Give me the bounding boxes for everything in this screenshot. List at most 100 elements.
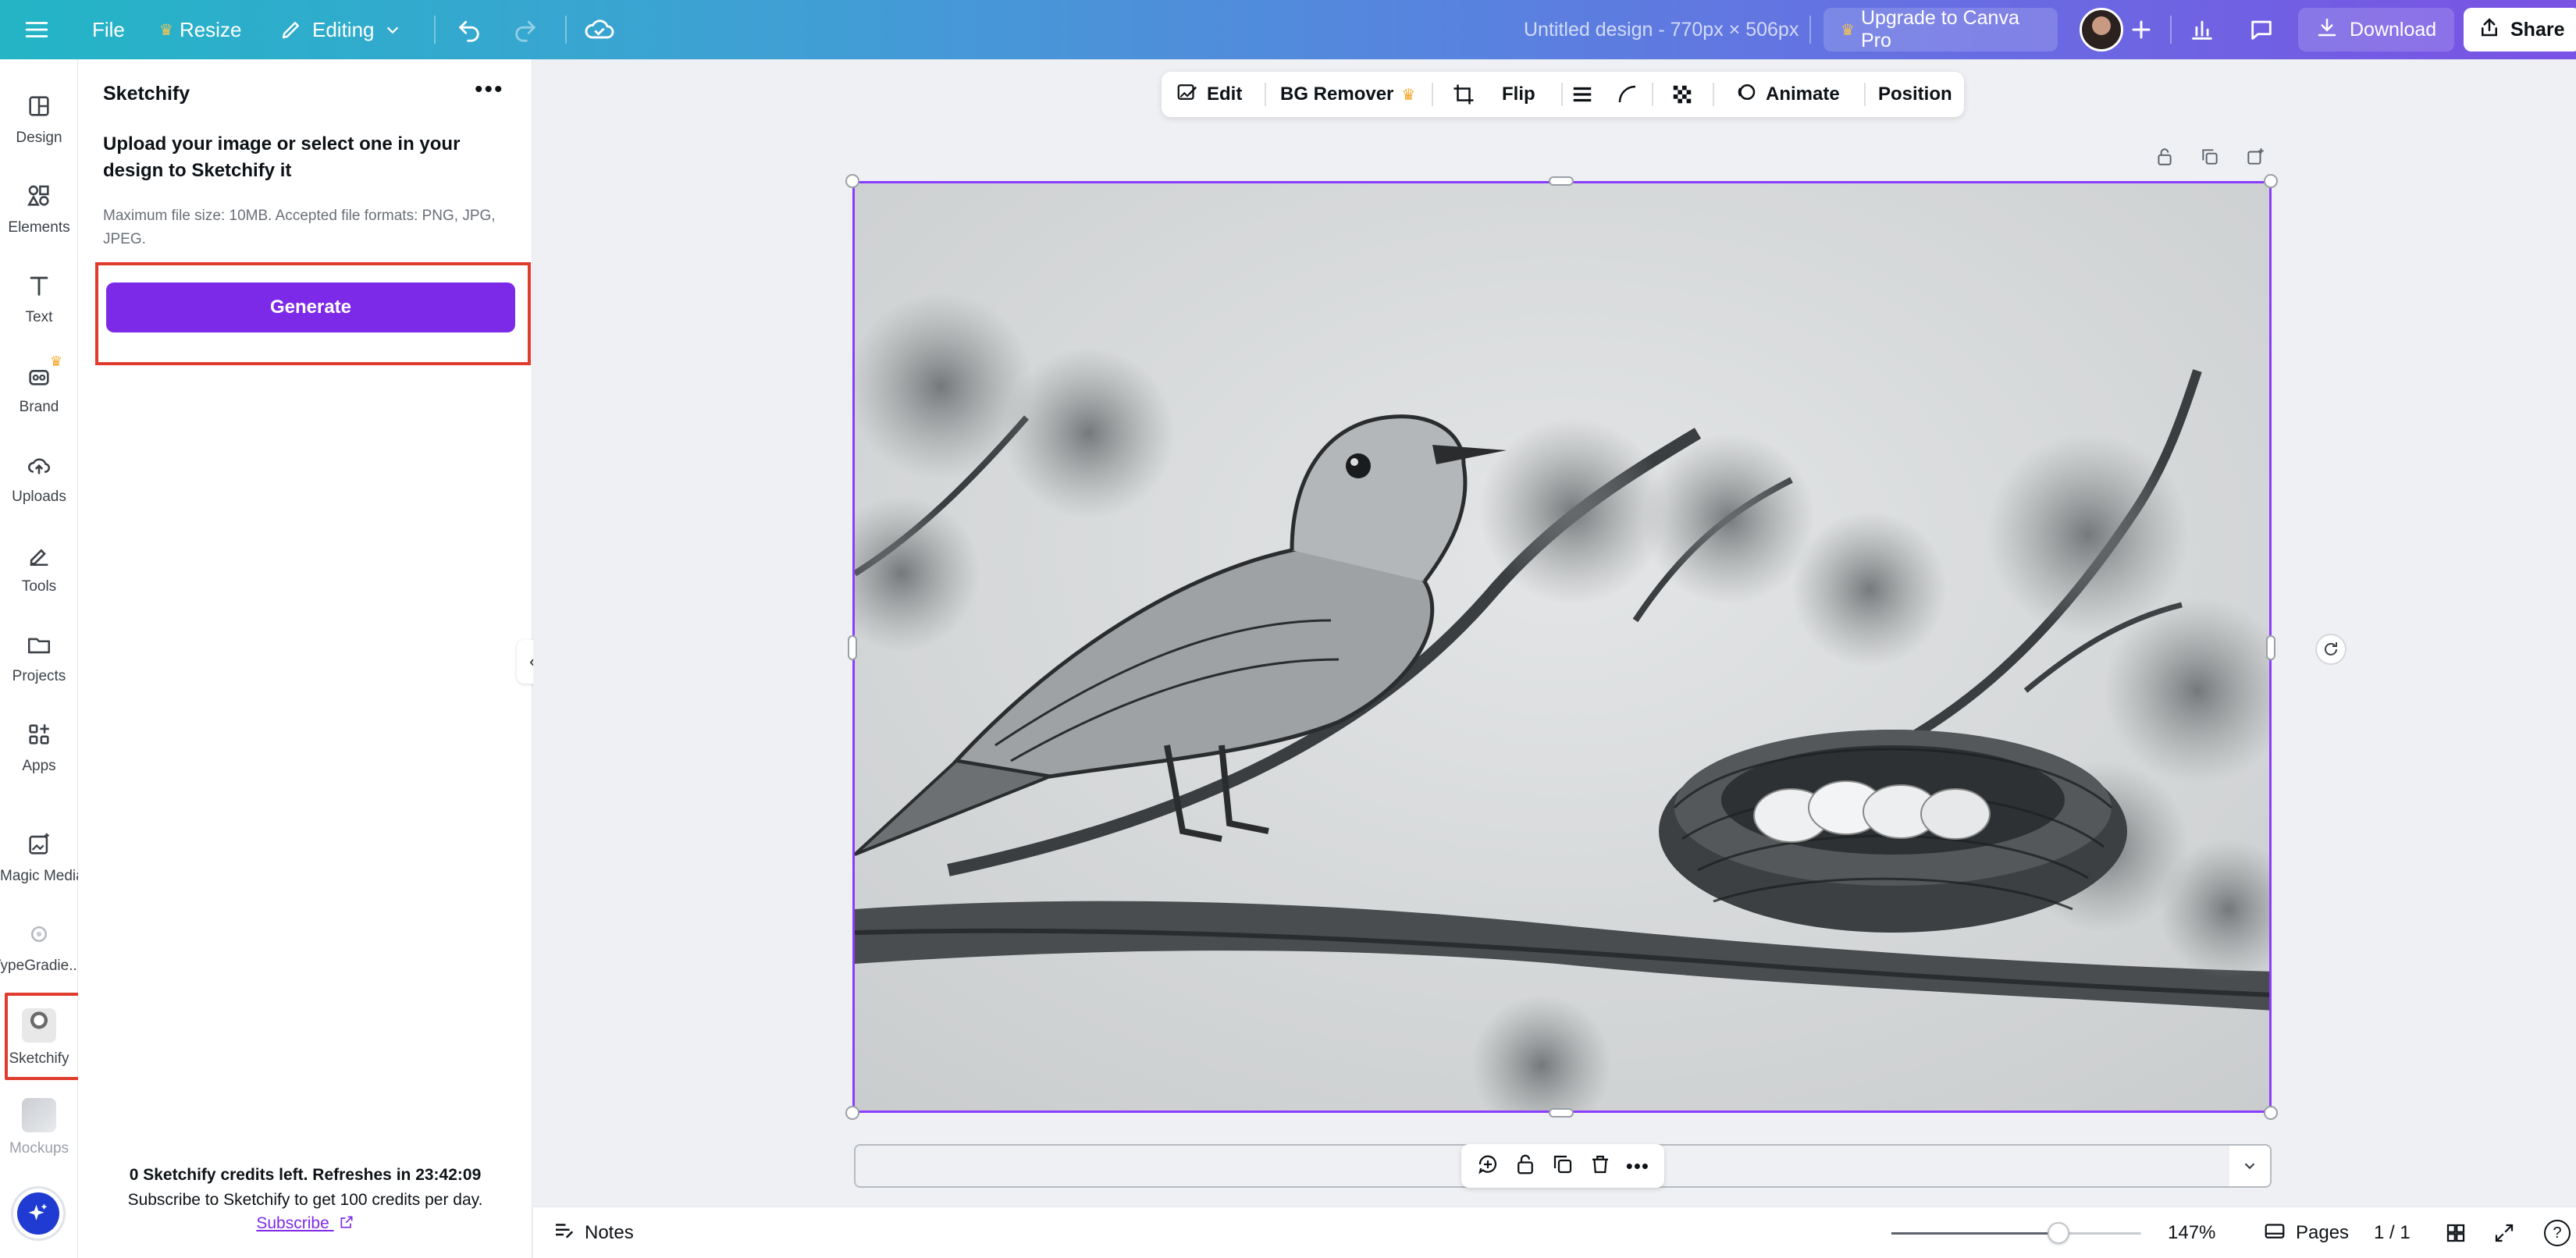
border-style-icon[interactable]	[1571, 72, 1594, 117]
trash-icon[interactable]	[1589, 1153, 1612, 1180]
rotate-icon[interactable]	[2315, 634, 2347, 665]
share-label: Share	[2510, 18, 2565, 41]
rail-item-brand[interactable]: ♛ Brand	[0, 352, 78, 430]
grid-view-icon[interactable]	[2444, 1207, 2467, 1258]
resize-handle-bottom-right[interactable]	[2264, 1106, 2278, 1120]
zoom-slider[interactable]	[1891, 1222, 2141, 1244]
file-menu[interactable]: File	[92, 0, 125, 59]
rail-item-magic-media[interactable]: Magic Media	[0, 821, 78, 899]
avatar[interactable]	[2080, 8, 2123, 52]
bg-remover-label: BG Remover	[1280, 84, 1394, 105]
crop-icon[interactable]	[1452, 72, 1475, 117]
toolbar-divider	[1265, 83, 1266, 106]
generate-button[interactable]: Generate	[106, 283, 515, 332]
editing-mode-dropdown[interactable]: Editing	[279, 0, 401, 59]
more-options-icon[interactable]: •••	[475, 76, 504, 103]
sketchify-panel: Sketchify ••• Upload your image or selec…	[78, 59, 532, 1258]
sketch-artwork[interactable]	[852, 181, 2272, 1113]
toolbar-divider	[2170, 16, 2172, 44]
notes-icon	[552, 1219, 575, 1248]
rail-item-typegradient[interactable]: TypeGradie...	[0, 911, 78, 989]
rail-item-text[interactable]: Text	[0, 262, 78, 340]
resize-handle-bottom-left[interactable]	[845, 1106, 859, 1120]
bg-remover-button[interactable]: BG Remover ♛	[1280, 72, 1415, 117]
more-options-icon[interactable]: •••	[1626, 1154, 1649, 1178]
lock-icon[interactable]	[2153, 145, 2176, 169]
top-bar: File ♛ Resize Editing Untitled design - …	[0, 0, 2576, 59]
rail-item-tools[interactable]: Tools	[0, 531, 78, 609]
text-icon	[23, 270, 55, 301]
resize-handle-bottom[interactable]	[1549, 1108, 1574, 1118]
insights-chart-icon[interactable]	[2189, 0, 2215, 59]
comment-add-icon[interactable]	[1476, 1153, 1500, 1180]
animate-button[interactable]: Animate	[1735, 72, 1840, 117]
cloud-saved-icon[interactable]	[584, 0, 615, 59]
design-title[interactable]: Untitled design - 770px × 506px	[1524, 0, 1799, 59]
fullscreen-icon[interactable]	[2492, 1207, 2516, 1258]
pages-button[interactable]: Pages	[2263, 1207, 2349, 1258]
download-button[interactable]: Download	[2298, 8, 2454, 52]
apps-icon	[23, 719, 55, 750]
plus-icon[interactable]	[2129, 0, 2153, 59]
rail-label: Magic Media	[0, 868, 78, 884]
file-requirements-note: Maximum file size: 10MB. Accepted file f…	[103, 208, 496, 247]
notes-button[interactable]: Notes	[552, 1207, 634, 1258]
duplicate-icon[interactable]	[2198, 145, 2222, 169]
chevron-down-icon[interactable]	[2229, 1144, 2272, 1188]
rail-item-uploads[interactable]: Uploads	[0, 442, 78, 520]
rail-label: Mockups	[9, 1140, 69, 1157]
panel-title: Sketchify	[103, 83, 190, 105]
resize-button[interactable]: ♛ Resize	[159, 0, 241, 59]
rail-label: Brand	[19, 399, 59, 415]
element-quick-actions: •••	[1461, 1144, 1664, 1188]
resize-label: Resize	[179, 17, 242, 41]
comment-icon[interactable]	[2248, 0, 2275, 59]
upgrade-pro-button[interactable]: ♛ Upgrade to Canva Pro	[1823, 7, 2058, 52]
rail-item-elements[interactable]: Elements	[0, 172, 78, 251]
corner-rounding-icon[interactable]	[1616, 72, 1639, 117]
mockups-icon	[22, 1098, 56, 1132]
undo-icon[interactable]	[456, 0, 482, 59]
external-link-icon	[334, 1214, 354, 1232]
rail-label: Elements	[8, 219, 70, 236]
toolbar-divider	[1432, 83, 1433, 106]
resize-handle-top[interactable]	[1549, 176, 1574, 186]
add-page-icon[interactable]	[2243, 145, 2267, 169]
flip-button[interactable]: Flip	[1502, 72, 1535, 117]
zoom-slider-knob[interactable]	[2048, 1222, 2070, 1244]
context-toolbar: Edit BG Remover ♛ Flip Animate Position	[1162, 72, 1964, 117]
rail-item-projects[interactable]: Projects	[0, 621, 78, 699]
folder-icon	[23, 629, 55, 660]
editing-label: Editing	[312, 17, 375, 41]
menu-icon[interactable]	[23, 0, 50, 59]
lock-icon[interactable]	[1514, 1153, 1537, 1180]
edit-label: Edit	[1207, 84, 1243, 105]
shapes-icon	[23, 180, 55, 211]
rail-item-design[interactable]: Design	[0, 83, 78, 161]
share-icon	[2478, 16, 2501, 44]
resize-handle-left[interactable]	[848, 635, 857, 660]
resize-handle-right[interactable]	[2266, 635, 2275, 660]
crown-icon: ♛	[1841, 21, 1855, 39]
help-button[interactable]: ?	[2544, 1207, 2571, 1258]
rail-item-mockups[interactable]: Mockups	[0, 1090, 78, 1168]
transparency-icon[interactable]	[1670, 72, 1694, 117]
resize-handle-top-right[interactable]	[2264, 174, 2278, 188]
crown-icon: ♛	[49, 354, 62, 369]
magic-assistant-button[interactable]	[11, 1186, 66, 1241]
duplicate-icon[interactable]	[1551, 1153, 1574, 1180]
share-button[interactable]: Share	[2464, 8, 2576, 52]
resize-handle-top-left[interactable]	[845, 174, 859, 188]
rail-item-apps[interactable]: Apps	[0, 711, 78, 789]
redo-icon[interactable]	[512, 0, 539, 59]
rail-label: Text	[25, 309, 53, 325]
subscribe-link[interactable]: Subscribe	[78, 1214, 532, 1233]
sketchify-highlight	[5, 993, 84, 1080]
pages-label: Pages	[2296, 1222, 2350, 1243]
edit-image-button[interactable]: Edit	[1176, 72, 1242, 117]
rail-label: Projects	[12, 668, 66, 684]
toolbar-divider	[1713, 83, 1714, 106]
notes-label: Notes	[585, 1222, 634, 1243]
position-button[interactable]: Position	[1878, 72, 1952, 117]
zoom-level[interactable]: 147%	[2168, 1207, 2215, 1258]
